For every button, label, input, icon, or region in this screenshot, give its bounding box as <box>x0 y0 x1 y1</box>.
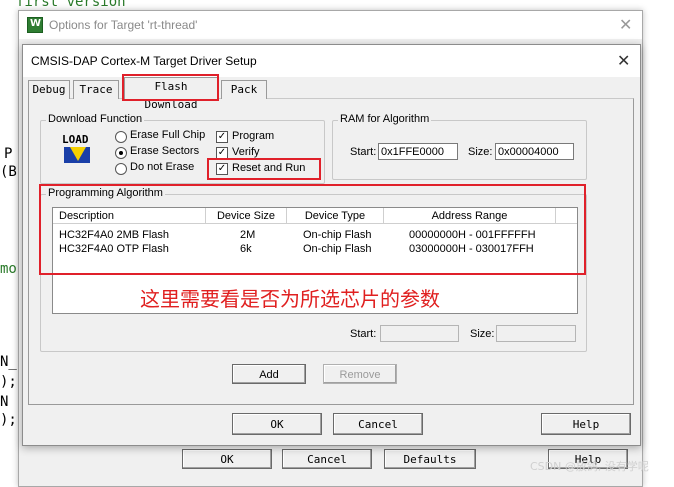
add-button[interactable]: Add <box>232 364 306 384</box>
keil-app-icon: W <box>27 17 43 33</box>
verify-label: Verify <box>232 146 260 158</box>
outer-cancel-button[interactable]: Cancel <box>282 449 372 469</box>
ram-start-label: Start: <box>350 146 377 158</box>
highlight-algorithm-table <box>39 184 586 275</box>
erase-sectors-radio[interactable] <box>115 147 127 159</box>
download-function-legend: Download Function <box>46 113 145 125</box>
inner-ok-button[interactable]: OK <box>232 413 322 435</box>
program-label: Program <box>232 130 275 142</box>
inner-help-button[interactable]: Help <box>541 413 631 435</box>
code-comment: first version <box>16 0 126 10</box>
highlight-reset-and-run <box>207 158 321 180</box>
inner-cancel-button[interactable]: Cancel <box>333 413 423 435</box>
highlight-flash-download-tab <box>122 74 219 101</box>
algo-size-label: Size: <box>470 328 495 340</box>
ram-size-input[interactable]: 0x00004000 <box>495 143 574 160</box>
program-checkbox[interactable]: ✓ <box>216 131 228 143</box>
code-fragment: P <box>4 146 13 162</box>
code-fragment: ); <box>0 374 17 390</box>
outer-defaults-button[interactable]: Defaults <box>384 449 476 469</box>
annotation-text: 这里需要看是否为所选芯片的参数 <box>140 287 440 311</box>
ram-start-input[interactable]: 0x1FFE0000 <box>378 143 458 160</box>
remove-button[interactable]: Remove <box>323 364 397 384</box>
do-not-erase-label: Do not Erase <box>130 161 195 173</box>
outer-ok-button[interactable]: OK <box>182 449 272 469</box>
code-fragment: mo <box>0 261 17 277</box>
inner-close-icon[interactable]: ✕ <box>617 51 630 70</box>
ram-for-algorithm-legend: RAM for Algorithm <box>338 113 432 125</box>
erase-sectors-label: Erase Sectors <box>130 145 200 157</box>
tab-debug[interactable]: Debug <box>28 80 70 99</box>
algo-start-input[interactable] <box>380 325 459 342</box>
ram-size-label: Size: <box>468 146 493 158</box>
code-fragment: N <box>0 394 9 410</box>
outer-title-bar: W Options for Target 'rt-thread' ✕ <box>19 11 642 39</box>
do-not-erase-radio[interactable] <box>115 163 127 175</box>
load-icon: LOAD <box>62 133 94 165</box>
algo-size-input[interactable] <box>496 325 576 342</box>
algo-start-label: Start: <box>350 328 377 340</box>
code-fragment: N_ <box>0 354 17 370</box>
watermark: CSDN @放鸽, 没有学呢 <box>530 460 649 473</box>
inner-dialog-title: CMSIS-DAP Cortex-M Target Driver Setup <box>31 54 257 68</box>
inner-title-bar: CMSIS-DAP Cortex-M Target Driver Setup ✕ <box>23 45 640 77</box>
erase-full-chip-radio[interactable] <box>115 131 127 143</box>
code-fragment: (B <box>0 164 17 180</box>
tab-trace[interactable]: Trace <box>73 80 119 99</box>
tab-pack[interactable]: Pack <box>221 80 267 99</box>
outer-dialog-title: Options for Target 'rt-thread' <box>49 18 198 32</box>
erase-full-chip-label: Erase Full Chip <box>130 129 206 141</box>
outer-close-icon[interactable]: ✕ <box>619 15 632 34</box>
